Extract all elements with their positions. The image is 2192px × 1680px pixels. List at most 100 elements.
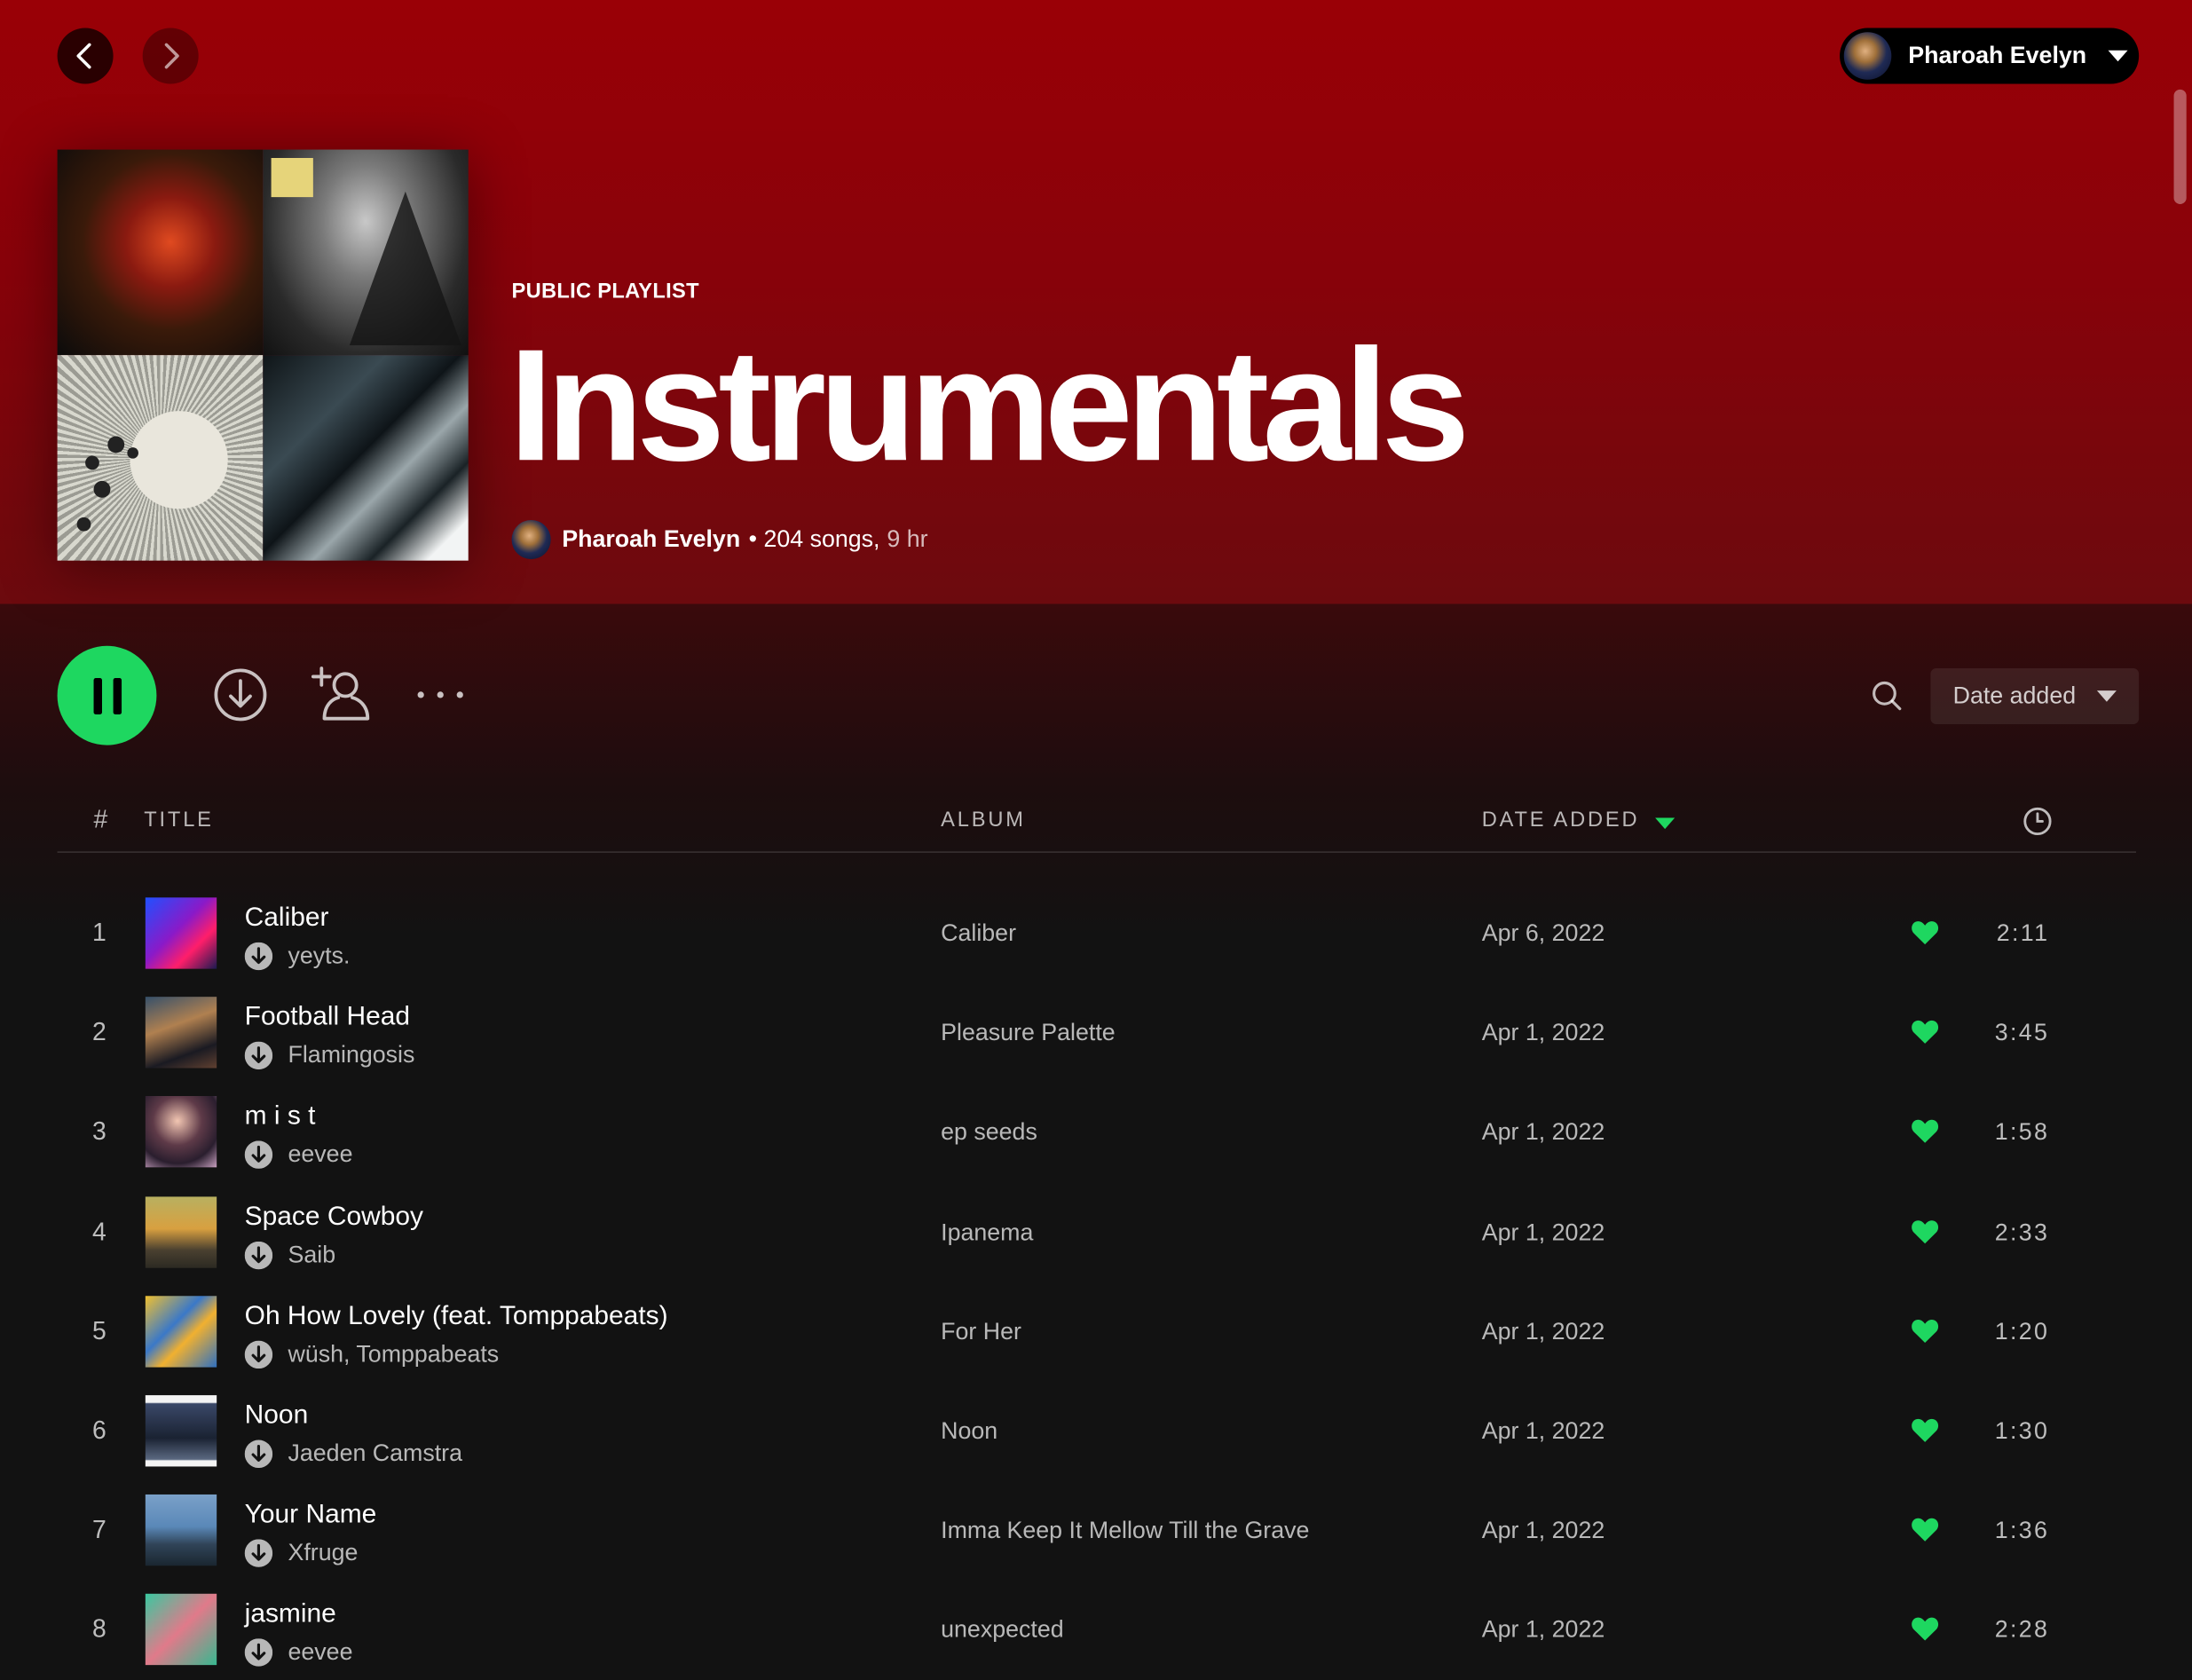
chevron-right-icon	[164, 43, 179, 69]
page-title: Instrumentals	[509, 317, 1470, 495]
caret-down-icon	[2096, 690, 2117, 702]
track-title[interactable]: Caliber	[245, 903, 329, 935]
sort-label: Date added	[1952, 682, 2077, 709]
track-album[interactable]: Imma Keep It Mellow Till the Grave	[941, 1517, 1309, 1545]
track-date-added: Apr 1, 2022	[1481, 1417, 1605, 1445]
track-duration: 1:36	[1994, 1517, 2050, 1544]
total-duration: 9 hr	[887, 525, 928, 553]
track-album[interactable]: Noon	[941, 1417, 997, 1446]
track-date-added: Apr 1, 2022	[1481, 1517, 1605, 1544]
track-date-added: Apr 1, 2022	[1481, 1118, 1605, 1146]
downloaded-icon	[244, 1140, 273, 1170]
album-art	[145, 1096, 217, 1168]
track-title[interactable]: Football Head	[245, 1003, 410, 1034]
table-row[interactable]: 3 m i s t eevee ep seeds Apr 1, 2022 1:5…	[0, 1083, 2192, 1182]
cover-tile	[263, 355, 469, 561]
column-header-date-added[interactable]: DATE ADDED	[1482, 808, 1640, 832]
downloaded-icon	[244, 1041, 273, 1070]
header-divider	[57, 851, 2136, 853]
chevron-left-icon	[76, 43, 91, 69]
track-album[interactable]: unexpected	[941, 1616, 1063, 1645]
track-artist[interactable]: Jaeden Camstra	[288, 1439, 462, 1468]
downloaded-icon	[244, 942, 273, 971]
playlist-meta: Pharoah Evelyn • 204 songs, 9 hr	[511, 519, 928, 560]
heart-icon[interactable]	[1911, 920, 1939, 945]
search-in-playlist-button[interactable]	[1871, 680, 1904, 721]
track-number: 3	[91, 1117, 106, 1146]
track-album[interactable]: Ipanema	[941, 1219, 1033, 1247]
cover-tile	[57, 149, 264, 356]
cover-tile	[263, 149, 469, 356]
track-artist[interactable]: Xfruge	[288, 1540, 359, 1568]
caret-down-icon	[2107, 50, 2127, 62]
track-title[interactable]: m i s t	[245, 1102, 316, 1133]
album-art	[145, 1195, 217, 1268]
track-artist[interactable]: wüsh, Tomppabeats	[288, 1340, 500, 1368]
track-artist[interactable]: eevee	[288, 1639, 353, 1668]
album-art	[145, 1295, 217, 1368]
album-art	[145, 1594, 217, 1666]
album-art	[145, 897, 217, 969]
download-button[interactable]	[212, 666, 268, 724]
back-button[interactable]	[57, 28, 114, 84]
album-art	[145, 997, 217, 1069]
add-collaborator-button[interactable]	[311, 666, 372, 724]
song-count: • 204 songs,	[748, 525, 880, 553]
table-row[interactable]: 1 Caliber yeyts. Caliber Apr 6, 2022 2:1…	[0, 884, 2192, 983]
track-title[interactable]: jasmine	[245, 1600, 336, 1631]
heart-icon[interactable]	[1911, 1119, 1939, 1144]
track-artist[interactable]: eevee	[288, 1141, 353, 1170]
track-artist[interactable]: yeyts.	[288, 943, 351, 971]
track-album[interactable]: For Her	[941, 1318, 1021, 1346]
app-window: Pharoah Evelyn PUBLIC PLAYLIST Instrumen…	[0, 0, 2192, 1668]
track-number: 4	[91, 1217, 106, 1245]
forward-button[interactable]	[142, 28, 199, 84]
track-album[interactable]: Caliber	[941, 920, 1016, 949]
table-row[interactable]: 4 Space Cowboy Saib Ipanema Apr 1, 2022 …	[0, 1182, 2192, 1282]
table-row[interactable]: 6 Noon Jaeden Camstra Noon Apr 1, 2022 1…	[0, 1381, 2192, 1480]
column-header-title[interactable]: TITLE	[144, 808, 214, 832]
track-album[interactable]: Pleasure Palette	[941, 1020, 1116, 1048]
user-menu-button[interactable]: Pharoah Evelyn	[1840, 28, 2140, 84]
owner-avatar	[511, 519, 551, 560]
downloaded-icon	[244, 1340, 273, 1368]
heart-icon[interactable]	[1911, 1219, 1939, 1243]
heart-icon[interactable]	[1911, 1318, 1939, 1343]
track-number: 7	[91, 1515, 106, 1544]
track-title[interactable]: Noon	[245, 1400, 309, 1432]
table-row[interactable]: 5 Oh How Lovely (feat. Tomppabeats) wüsh…	[0, 1282, 2192, 1381]
heart-icon[interactable]	[1911, 1517, 1939, 1542]
scrollbar-thumb[interactable]	[2173, 89, 2187, 204]
album-art	[145, 1495, 217, 1566]
track-title[interactable]: Oh How Lovely (feat. Tomppabeats)	[245, 1301, 668, 1332]
track-title[interactable]: Your Name	[245, 1500, 377, 1531]
more-icon	[417, 691, 463, 698]
heart-icon[interactable]	[1911, 1020, 1939, 1045]
track-title[interactable]: Space Cowboy	[245, 1202, 423, 1233]
downloaded-icon	[244, 1439, 273, 1468]
track-duration: 2:28	[1994, 1616, 2050, 1644]
more-options-button[interactable]	[414, 680, 467, 711]
column-header-album[interactable]: ALBUM	[941, 808, 1026, 832]
track-number: 1	[91, 918, 106, 947]
track-date-added: Apr 6, 2022	[1481, 919, 1605, 947]
cover-tile	[57, 355, 264, 561]
heart-icon[interactable]	[1911, 1417, 1939, 1442]
downloaded-icon	[244, 1241, 273, 1269]
playlist-cover	[57, 149, 469, 561]
column-header-index: #	[93, 805, 108, 833]
heart-icon[interactable]	[1911, 1616, 1939, 1642]
owner-link[interactable]: Pharoah Evelyn	[562, 525, 740, 554]
track-artist[interactable]: Flamingosis	[288, 1042, 415, 1070]
sort-dropdown[interactable]: Date added	[1930, 667, 2140, 724]
track-number: 8	[91, 1614, 106, 1644]
table-row[interactable]: 2 Football Head Flamingosis Pleasure Pal…	[0, 983, 2192, 1083]
table-row[interactable]: 7 Your Name Xfruge Imma Keep It Mellow T…	[0, 1480, 2192, 1580]
add-user-icon	[311, 666, 370, 721]
track-duration: 2:33	[1994, 1218, 2050, 1245]
playlist-type-label: PUBLIC PLAYLIST	[511, 280, 699, 304]
track-duration: 1:20	[1994, 1318, 2050, 1345]
pause-button[interactable]	[57, 645, 157, 745]
track-artist[interactable]: Saib	[288, 1241, 336, 1269]
track-album[interactable]: ep seeds	[941, 1119, 1037, 1148]
